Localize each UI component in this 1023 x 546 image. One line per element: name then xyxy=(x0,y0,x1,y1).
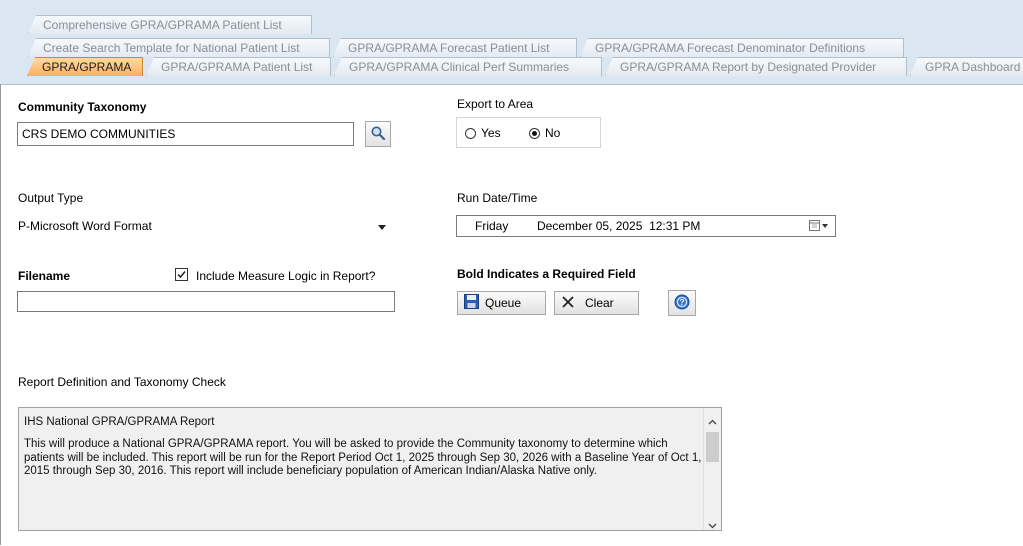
output-type-select[interactable]: P-Microsoft Word Format xyxy=(18,219,386,237)
scroll-thumb[interactable] xyxy=(706,432,719,462)
run-date-day: Friday xyxy=(475,219,509,233)
report-definition-box[interactable]: IHS National GPRA/GPRAMA Report This wil… xyxy=(18,407,722,531)
export-no-label: No xyxy=(545,126,561,140)
svg-text:?: ? xyxy=(680,298,685,307)
chevron-down-icon xyxy=(378,225,386,230)
export-to-area-label: Export to Area xyxy=(457,97,534,111)
run-date-value: December 05, 2025 12:31 PM xyxy=(537,219,701,233)
filename-label: Filename xyxy=(18,269,71,283)
tab-report-by-designated-provider[interactable]: GPRA/GPRAMA Report by Designated Provide… xyxy=(605,57,907,76)
clear-button[interactable]: Clear xyxy=(554,291,639,315)
tab-gpra-dashboard[interactable]: GPRA Dashboard xyxy=(910,57,1023,76)
tab-comprehensive-patient-list[interactable]: Comprehensive GPRA/GPRAMA Patient List xyxy=(28,15,312,34)
run-date-time-picker[interactable]: Friday December 05, 2025 12:31 PM xyxy=(456,215,836,237)
clear-label: Clear xyxy=(585,296,614,310)
search-button[interactable] xyxy=(365,121,391,147)
tab-create-search-template[interactable]: Create Search Template for National Pati… xyxy=(28,38,330,57)
tab-gpra-patient-list[interactable]: GPRA/GPRAMA Patient List xyxy=(146,57,331,76)
search-icon xyxy=(370,125,386,144)
calendar-icon[interactable] xyxy=(809,220,831,235)
queue-label: Queue xyxy=(485,296,522,310)
required-field-note: Bold Indicates a Required Field xyxy=(457,267,636,281)
tab-strip: Comprehensive GPRA/GPRAMA Patient List C… xyxy=(0,0,1023,84)
community-taxonomy-label: Community Taxonomy xyxy=(18,100,147,114)
export-no-radio[interactable]: No xyxy=(529,126,560,140)
report-title: IHS National GPRA/GPRAMA Report xyxy=(24,416,215,428)
run-date-time-label: Run Date/Time xyxy=(457,191,538,205)
output-type-label: Output Type xyxy=(18,191,84,205)
export-yes-label: Yes xyxy=(481,126,501,140)
filename-input[interactable] xyxy=(17,291,395,312)
output-type-value: P-Microsoft Word Format xyxy=(18,219,152,233)
help-icon: ? xyxy=(674,294,690,313)
tab-forecast-patient-list[interactable]: GPRA/GPRAMA Forecast Patient List xyxy=(333,38,577,57)
main-panel: Community Taxonomy CRS DEMO COMMUNITIES … xyxy=(1,84,1023,546)
save-icon xyxy=(464,294,479,312)
scroll-down-icon[interactable] xyxy=(708,518,717,530)
report-scrollbar[interactable] xyxy=(703,408,721,530)
community-taxonomy-field[interactable]: CRS DEMO COMMUNITIES xyxy=(17,122,354,146)
include-logic-label: Include Measure Logic in Report? xyxy=(196,269,376,283)
report-definition-text: IHS National GPRA/GPRAMA Report This wil… xyxy=(24,416,704,479)
checkmark-icon xyxy=(177,271,186,279)
scroll-up-icon[interactable] xyxy=(708,414,717,428)
clear-x-icon xyxy=(561,295,575,312)
report-definition-label: Report Definition and Taxonomy Check xyxy=(18,375,226,389)
export-to-area-group: Yes No xyxy=(456,117,601,148)
help-button[interactable]: ? xyxy=(668,290,696,316)
export-yes-radio[interactable]: Yes xyxy=(465,126,501,140)
tab-gpra-gprama[interactable]: GPRA/GPRAMA xyxy=(27,57,143,76)
tab-clinical-perf-summaries[interactable]: GPRA/GPRAMA Clinical Perf Summaries xyxy=(334,57,602,76)
queue-button[interactable]: Queue xyxy=(457,291,546,315)
report-description: This will produce a National GPRA/GPRAMA… xyxy=(24,438,702,478)
radio-circle-selected xyxy=(529,127,540,139)
include-logic-checkbox[interactable] xyxy=(175,268,188,281)
tab-forecast-denominator-definitions[interactable]: GPRA/GPRAMA Forecast Denominator Definit… xyxy=(580,38,904,57)
radio-circle xyxy=(465,127,476,139)
